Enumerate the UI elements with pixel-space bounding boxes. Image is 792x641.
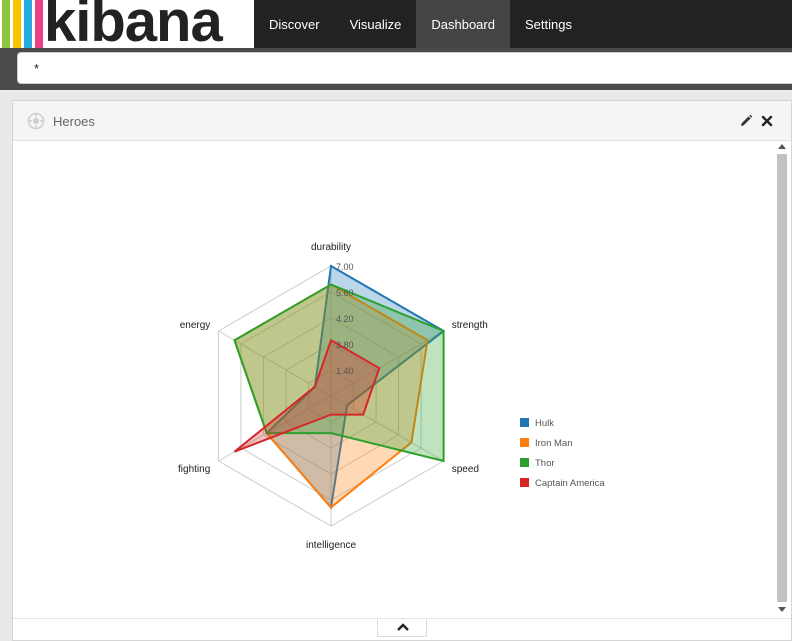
scroll-down-arrow-icon[interactable] [778, 607, 786, 612]
logo-stripe [2, 0, 10, 48]
axis-label: fighting [178, 464, 210, 475]
tab-discover[interactable]: Discover [254, 0, 335, 48]
panel-footer [13, 618, 791, 641]
tab-visualize[interactable]: Visualize [335, 0, 417, 48]
legend-label: Captain America [535, 478, 605, 489]
kibana-logo[interactable]: kibana [0, 0, 254, 48]
search-input[interactable] [17, 52, 792, 84]
chevron-up-icon [397, 623, 409, 631]
legend-swatch [520, 458, 529, 467]
legend-swatch [520, 438, 529, 447]
legend-label: Hulk [535, 418, 554, 429]
legend-label: Thor [535, 458, 555, 469]
axis-label: intelligence [306, 540, 356, 551]
radar-chart: 1.40 2.80 4.20 5.60 7.00 durability strength sp… [178, 242, 605, 551]
axis-label: speed [452, 464, 479, 475]
dashboard-panel: Heroes 1.40 2.80 4.20 5.60 7.00 durability str… [12, 100, 792, 641]
gear-icon [27, 112, 45, 130]
scale-label: 2.80 [336, 340, 354, 350]
scale-label: 1.40 [336, 366, 354, 376]
axis-label: energy [180, 320, 211, 331]
main-nav: Discover Visualize Dashboard Settings [254, 0, 587, 48]
close-icon[interactable] [760, 114, 774, 128]
axis-label: durability [311, 242, 351, 253]
panel-header: Heroes [13, 101, 791, 141]
tab-dashboard[interactable]: Dashboard [416, 0, 510, 48]
scale-label: 4.20 [336, 314, 354, 324]
scale-label: 7.00 [336, 262, 354, 272]
scroll-thumb[interactable] [777, 154, 787, 602]
scrollbar[interactable] [775, 141, 789, 618]
legend-swatch [520, 418, 529, 427]
legend-swatch [520, 478, 529, 487]
logo-stripe [35, 0, 43, 48]
query-bar [0, 48, 792, 90]
tab-settings[interactable]: Settings [510, 0, 587, 48]
panel-title: Heroes [53, 114, 95, 129]
scroll-up-arrow-icon[interactable] [778, 144, 786, 149]
scale-label: 5.60 [336, 288, 354, 298]
logo-stripe [24, 0, 32, 48]
legend-label: Iron Man [535, 438, 573, 449]
logo-text: kibana [44, 0, 223, 48]
top-navbar: kibana Discover Visualize Dashboard Sett… [0, 0, 792, 48]
logo-stripe [13, 0, 21, 48]
axis-label: strength [452, 320, 488, 331]
collapse-button[interactable] [377, 619, 427, 637]
pencil-icon[interactable] [739, 114, 753, 128]
